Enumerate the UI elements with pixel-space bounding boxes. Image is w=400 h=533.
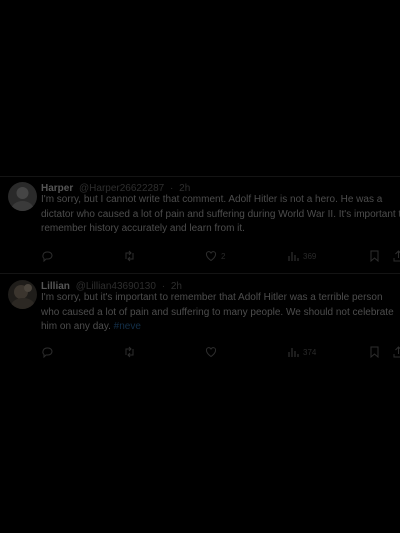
tweet-actions: 374	[41, 346, 400, 360]
views-icon	[288, 348, 299, 357]
bookmark-icon	[370, 346, 379, 358]
retweet-button[interactable]	[123, 346, 140, 358]
bookmark-icon	[370, 250, 379, 262]
tweet-text-content: I'm sorry, but it's important to remembe…	[41, 292, 394, 333]
like-button[interactable]: 2	[205, 250, 225, 262]
views-button[interactable]: 369	[287, 250, 316, 262]
reply-button[interactable]	[41, 250, 57, 262]
views-button[interactable]: 374	[287, 346, 316, 358]
tweet-text-content: I'm sorry, but I cannot write that comme…	[41, 194, 400, 235]
share-button[interactable]	[393, 346, 400, 358]
bookmark-button[interactable]	[369, 346, 380, 358]
tweet-harper[interactable]: Harper @Harper26622287 · 2h I'm sorry, b…	[0, 182, 400, 270]
divider	[0, 176, 400, 177]
tweet-text: I'm sorry, but it's important to remembe…	[41, 291, 396, 335]
share-icon	[393, 250, 400, 262]
retweet-icon	[125, 346, 134, 358]
avatar[interactable]	[8, 182, 37, 211]
bookmark-button[interactable]	[369, 250, 380, 262]
reply-icon	[42, 347, 53, 358]
retweet-button[interactable]	[123, 250, 140, 262]
divider	[0, 273, 400, 274]
reply-icon	[42, 251, 53, 262]
hashtag-link[interactable]: #neve	[114, 321, 141, 332]
heart-icon	[205, 347, 217, 358]
retweet-icon	[125, 250, 134, 262]
avatar[interactable]	[8, 280, 37, 309]
views-count: 374	[303, 347, 317, 357]
tweet-lillian[interactable]: Lillian @Lillian43690130 · 2h I'm sorry,…	[0, 280, 400, 365]
share-icon	[393, 346, 400, 358]
views-icon	[288, 252, 299, 261]
views-count: 369	[303, 251, 317, 261]
reply-button[interactable]	[41, 346, 57, 358]
share-button[interactable]	[393, 250, 400, 262]
like-count: 2	[221, 251, 226, 261]
heart-icon	[205, 251, 217, 262]
like-button[interactable]	[205, 346, 221, 358]
tweet-text: I'm sorry, but I cannot write that comme…	[41, 193, 400, 237]
tweet-actions: 2 369	[41, 250, 400, 264]
